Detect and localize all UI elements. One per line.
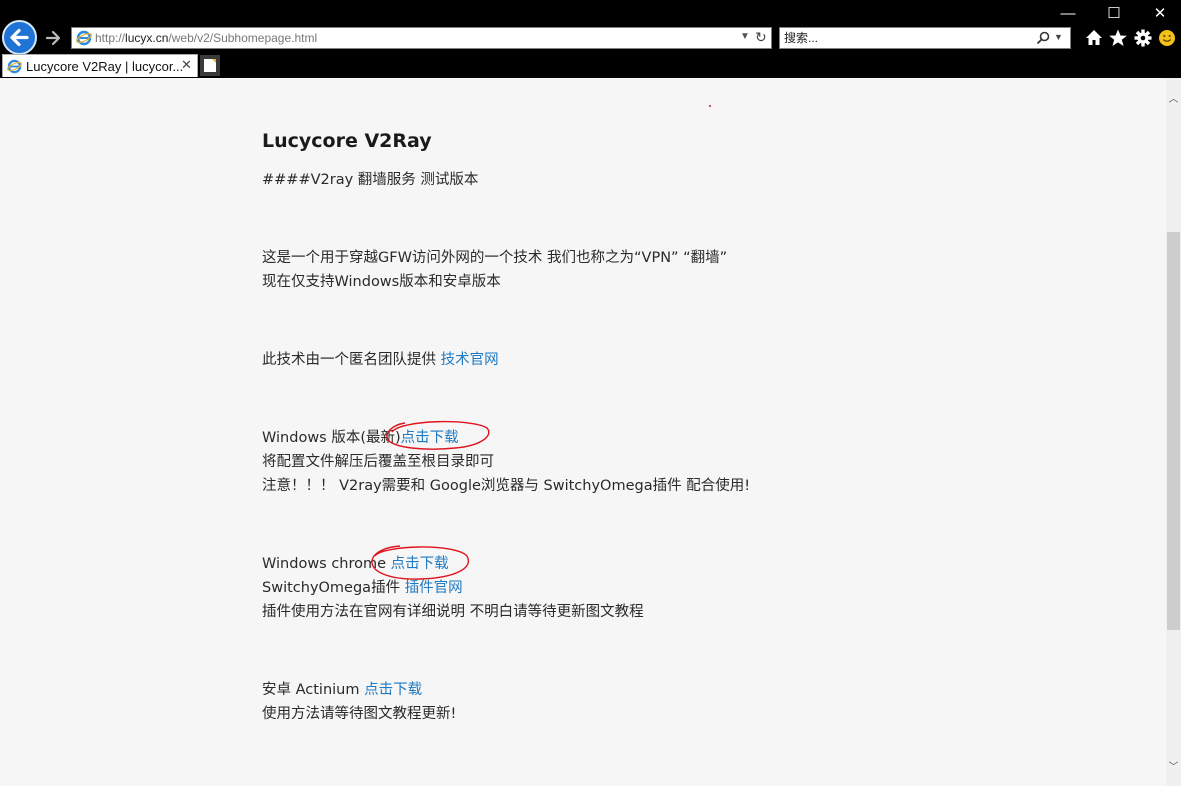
omega-text: SwitchyOmega插件	[262, 580, 405, 596]
url-host: lucyx.cn	[125, 31, 169, 45]
browser-tab[interactable]: Lucycore V2Ray | lucycor... ✕	[2, 54, 198, 77]
search-icon[interactable]	[1036, 31, 1050, 45]
search-dropdown-icon[interactable]: ▼	[1054, 32, 1063, 42]
settings-gear-icon[interactable]	[1133, 28, 1153, 48]
back-button[interactable]	[2, 20, 37, 55]
favorites-star-icon[interactable]	[1108, 28, 1128, 48]
search-box[interactable]: ▼	[779, 27, 1071, 49]
scroll-up-icon[interactable]: ︿	[1166, 90, 1181, 105]
team-line: 此技术由一个匿名团队提供 技术官网	[262, 350, 499, 370]
chrome-text: Windows chrome	[262, 556, 391, 572]
team-text: 此技术由一个匿名团队提供	[262, 352, 441, 368]
chrome-download-line: Windows chrome 点击下载	[262, 554, 449, 574]
url-path: /web/v2/Subhomepage.html	[168, 31, 318, 45]
tab-favicon-icon	[7, 59, 22, 74]
omega-site-link[interactable]: 插件官网	[405, 580, 463, 596]
omega-line: SwitchyOmega插件 插件官网	[262, 578, 463, 598]
windows-download-line: Windows 版本(最新)点击下载	[262, 428, 459, 448]
forward-button[interactable]	[44, 28, 64, 48]
back-arrow-icon	[10, 28, 29, 47]
address-dropdown-icon[interactable]: ▼	[740, 31, 750, 42]
windows-note-2: 注意！！！ V2ray需要和 Google浏览器与 SwitchyOmega插件…	[262, 478, 751, 494]
scrollbar-thumb[interactable]	[1167, 232, 1180, 630]
close-tab-icon[interactable]: ✕	[181, 57, 192, 73]
browser-toolbar: — ☐ ✕ http://lucyx.cn/web/v2/Subhomepage…	[0, 0, 1181, 78]
intro-line-2: 现在仅支持Windows版本和安卓版本	[262, 274, 501, 290]
android-note: 使用方法请等待图文教程更新!	[262, 706, 457, 722]
home-icon[interactable]	[1084, 28, 1104, 48]
url-prefix: http://	[95, 31, 126, 45]
refresh-icon[interactable]: ↻	[755, 29, 767, 46]
android-download-link[interactable]: 点击下载	[364, 682, 422, 698]
new-tab-icon	[204, 59, 216, 72]
smiley-feedback-icon[interactable]	[1157, 28, 1177, 48]
close-window-button[interactable]: ✕	[1150, 4, 1170, 24]
maximize-button[interactable]: ☐	[1104, 4, 1124, 24]
page-viewport: Lucycore V2Ray ####V2ray 翻墙服务 测试版本 这是一个用…	[0, 78, 1166, 786]
chrome-download-link[interactable]: 点击下载	[391, 556, 449, 572]
tech-site-link[interactable]: 技术官网	[441, 352, 499, 368]
scroll-down-icon[interactable]: ﹀	[1166, 758, 1181, 773]
windows-download-link[interactable]: 点击下载	[401, 430, 459, 446]
android-download-line: 安卓 Actinium 点击下载	[262, 680, 422, 700]
address-bar[interactable]: http://lucyx.cn/web/v2/Subhomepage.html …	[71, 27, 772, 49]
windows-note-1: 将配置文件解压后覆盖至根目录即可	[262, 454, 494, 470]
forward-arrow-icon	[45, 30, 61, 46]
android-text: 安卓 Actinium	[262, 682, 365, 698]
vertical-scrollbar[interactable]: ︿ ﹀	[1166, 78, 1181, 786]
new-tab-button[interactable]	[200, 55, 220, 76]
page-subtitle: ####V2ray 翻墙服务 测试版本	[262, 172, 479, 188]
tab-title: Lucycore V2Ray | lucycor...	[26, 59, 184, 74]
page-title: Lucycore V2Ray	[262, 130, 432, 152]
omega-note: 插件使用方法在官网有详细说明 不明白请等待更新图文教程	[262, 604, 644, 620]
minimize-button[interactable]: —	[1058, 4, 1078, 24]
windows-text: Windows 版本(最新)	[262, 430, 401, 446]
ie-logo-icon	[76, 30, 92, 46]
intro-line-1: 这是一个用于穿越GFW访问外网的一个技术 我们也称之为“VPN” “翻墙”	[262, 250, 728, 266]
search-input[interactable]	[784, 30, 1024, 46]
